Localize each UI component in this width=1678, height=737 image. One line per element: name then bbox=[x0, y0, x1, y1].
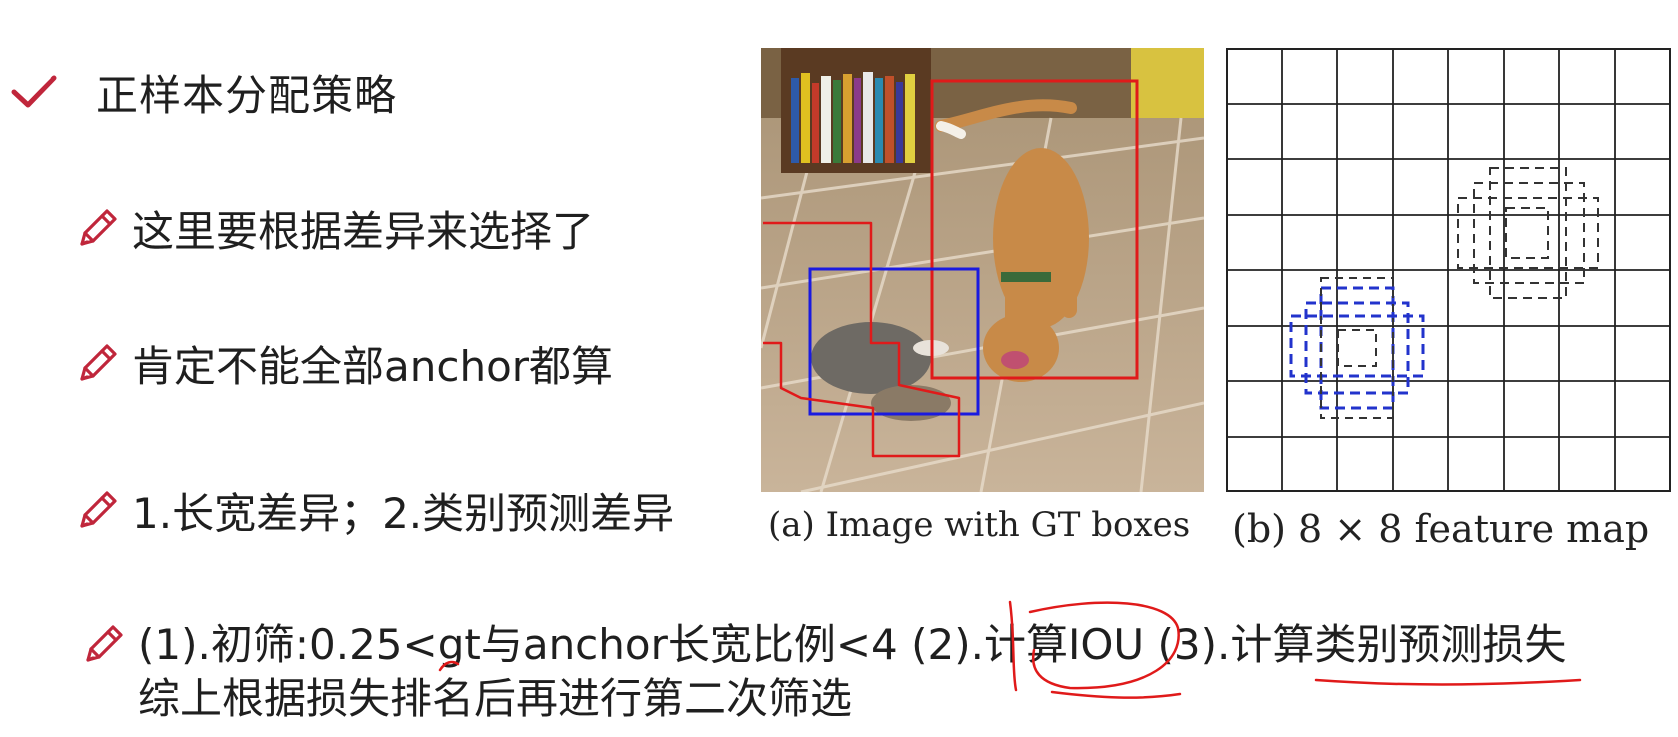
summary-line-1: (1).初筛:0.25<gt与anchor长宽比例<4 (2).计算IOU (3… bbox=[138, 620, 1567, 669]
bullet-text: 肯定不能全部anchor都算 bbox=[132, 342, 614, 391]
bullet-item: 这里要根据差异来选择了 bbox=[74, 198, 594, 259]
bullet-text: 1.长宽差异；2.类别预测差异 bbox=[132, 489, 675, 538]
summary-block: (1).初筛:0.25<gt与anchor长宽比例<4 (2).计算IOU (3… bbox=[80, 618, 1566, 726]
pencil-icon bbox=[86, 625, 123, 662]
section-heading: 正样本分配策略 bbox=[10, 62, 397, 122]
caption-a: (a) Image with GT boxes bbox=[768, 505, 1191, 545]
feature-map-grid bbox=[1226, 48, 1671, 492]
pencil-icon bbox=[80, 490, 117, 528]
pencil-icon bbox=[80, 343, 117, 381]
gt-boxes-image bbox=[761, 48, 1204, 492]
bullet-item: 肯定不能全部anchor都算 bbox=[74, 333, 613, 394]
summary-line-2: 综上根据损失排名后再进行第二次筛选 bbox=[138, 674, 853, 723]
pencil-icon bbox=[80, 208, 117, 246]
check-icon bbox=[11, 75, 57, 108]
caption-b: (b) 8 × 8 feature map bbox=[1232, 507, 1650, 551]
bullet-text: 这里要根据差异来选择了 bbox=[132, 207, 595, 256]
bullet-item: 1.长宽差异；2.类别预测差异 bbox=[74, 480, 674, 541]
heading-text: 正样本分配策略 bbox=[96, 70, 398, 120]
